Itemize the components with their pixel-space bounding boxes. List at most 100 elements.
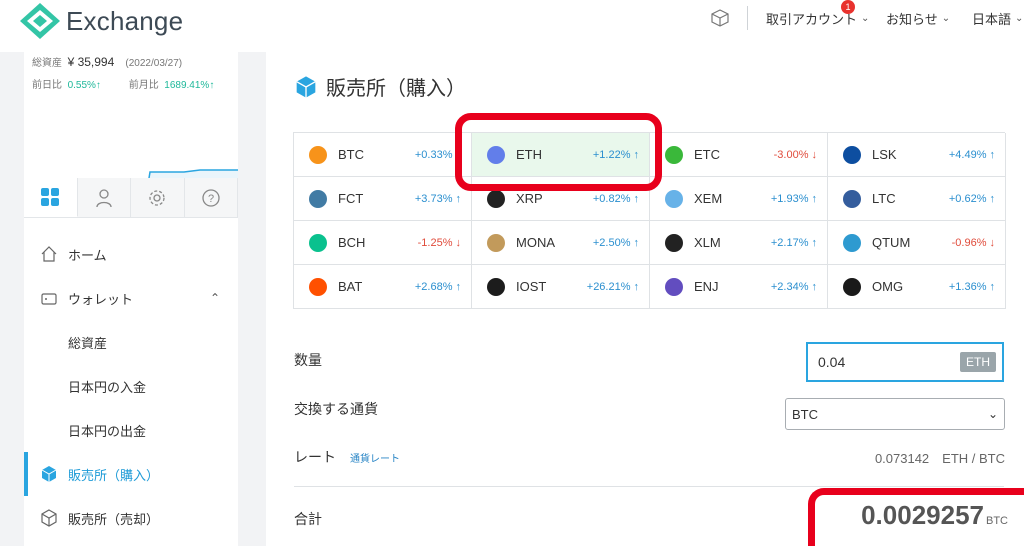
cube-icon[interactable] (710, 8, 730, 28)
sidebar-item-label: 販売所（購入） (68, 467, 160, 483)
sidebar-item-home[interactable]: ホーム (24, 232, 238, 276)
chevron-down-icon: ⌄ (941, 13, 951, 24)
chevron-up-icon[interactable]: ⌃ (210, 291, 220, 305)
coin-change: +2.34% ↑ (771, 281, 817, 293)
coin-symbol: MONA (516, 235, 555, 250)
page-title-text: 販売所（購入） (326, 78, 466, 100)
coin-cell-bch[interactable]: BCH -1.25% ↓ (294, 221, 472, 265)
chevron-down-icon: ⌄ (1015, 13, 1024, 24)
coin-cell-btc[interactable]: BTC +0.33% ↑ (294, 133, 472, 177)
sidebar-item-jpy-deposit[interactable]: 日本円の入金 (24, 364, 238, 408)
btc-icon (308, 145, 328, 165)
quantity-value[interactable]: 0.04 (818, 354, 845, 370)
currency-select[interactable]: BTC ⌄ (785, 398, 1005, 430)
eth-icon (486, 145, 506, 165)
sidebar-item-label: ウォレット (68, 291, 134, 307)
coin-change-value: -3.00% (773, 148, 809, 161)
sidebar-item-buy[interactable]: 販売所（購入） (24, 452, 238, 496)
coin-symbol: LTC (872, 191, 896, 206)
arrow-up-icon: ↑ (989, 280, 996, 293)
currency-label: 交換する通貨 (294, 401, 378, 417)
coin-cell-bat[interactable]: BAT +2.68% ↑ (294, 265, 472, 309)
arrow-up-icon: ↑ (811, 236, 818, 249)
mona-icon (486, 233, 506, 253)
xem-icon (664, 189, 684, 209)
coin-cell-xlm[interactable]: XLM +2.17% ↑ (650, 221, 828, 265)
wallet-icon (38, 287, 60, 309)
coin-cell-eth[interactable]: ETH +1.22% ↑ (472, 133, 650, 177)
coin-cell-xem[interactable]: XEM +1.93% ↑ (650, 177, 828, 221)
coin-cell-qtum[interactable]: QTUM -0.96% ↓ (828, 221, 1006, 265)
exchange-logo[interactable] (20, 3, 60, 39)
sidebar-item-total-assets[interactable]: 総資産 (24, 320, 238, 364)
user-icon (96, 188, 112, 207)
coin-change: +0.33% ↑ (415, 149, 461, 161)
total-amount: 0.0029257 BTC (861, 500, 1008, 531)
quantity-field[interactable]: 0.04 ETH (806, 342, 1004, 382)
account-menu[interactable]: 取引アカウント ⌄ (766, 9, 869, 28)
coin-cell-ltc[interactable]: LTC +0.62% ↑ (828, 177, 1006, 221)
quantity-unit: ETH (960, 352, 996, 372)
coin-change: +3.73% ↑ (415, 193, 461, 205)
coin-cell-iost[interactable]: IOST +26.21% ↑ (472, 265, 650, 309)
arrow-up-icon: ↑ (989, 148, 996, 161)
coin-symbol: BAT (338, 279, 363, 294)
tab-help[interactable]: ? (185, 178, 238, 217)
tab-dashboard[interactable] (24, 178, 78, 217)
coin-change: +0.62% ↑ (949, 193, 995, 205)
sidebar-item-wallet[interactable]: ウォレット ⌃ (24, 276, 238, 320)
tab-settings[interactable] (131, 178, 185, 217)
coin-change: -1.25% ↓ (418, 237, 461, 249)
fct-icon (308, 189, 328, 209)
arrow-up-icon: ↑ (455, 192, 462, 205)
dashboard-icon (41, 188, 60, 206)
sidebar-item-sell[interactable]: 販売所（売却） (24, 496, 238, 540)
top-header: Exchange 取引アカウント ⌄ 1 お知らせ ⌄ 日本語 ⌄ (0, 0, 1024, 52)
brand-name[interactable]: Exchange (66, 6, 183, 37)
arrow-up-icon: ↑ (455, 280, 462, 293)
total-unit: BTC (986, 515, 1008, 527)
xrp-icon (486, 189, 506, 209)
language-menu[interactable]: 日本語 ⌄ (972, 9, 1023, 28)
coin-symbol: BCH (338, 235, 366, 250)
coin-change-value: +1.93% (770, 192, 809, 205)
coin-cell-etc[interactable]: ETC -3.00% ↓ (650, 133, 828, 177)
arrow-up-icon: ↑ (633, 148, 640, 161)
xlm-icon (664, 233, 684, 253)
coin-cell-mona[interactable]: MONA +2.50% ↑ (472, 221, 650, 265)
coin-change-value: +2.68% (414, 280, 453, 293)
total-assets-date: (2022/03/27) (125, 58, 183, 69)
coin-cell-omg[interactable]: OMG +1.36% ↑ (828, 265, 1006, 309)
ltc-icon (842, 189, 862, 209)
divider (294, 486, 1004, 487)
coin-change: +4.49% ↑ (949, 149, 995, 161)
tab-user[interactable] (78, 178, 131, 217)
arrow-up-icon: ↑ (811, 192, 818, 205)
qtum-icon (842, 233, 862, 253)
coin-cell-fct[interactable]: FCT +3.73% ↑ (294, 177, 472, 221)
currency-rate-link[interactable]: 通貨レート (350, 450, 400, 465)
coin-change: +1.93% ↑ (771, 193, 817, 205)
sidebar-item-label: 日本円の出金 (68, 423, 147, 439)
change-line: 前日比 0.55%↑ 前月比 1689.41%↑ (32, 76, 214, 91)
sidebar-item-label: 日本円の入金 (68, 379, 147, 395)
coin-cell-enj[interactable]: ENJ +2.34% ↑ (650, 265, 828, 309)
total-assets-line: 総資産 ¥ 35,994 (2022/03/27) (32, 54, 182, 69)
coin-symbol: XEM (694, 191, 723, 206)
coin-change-value: -0.96% (951, 236, 987, 249)
coin-change: -0.96% ↓ (952, 237, 995, 249)
total-value: 0.0029257 (861, 500, 984, 530)
help-icon: ? (202, 188, 220, 207)
arrow-up-icon: ↑ (811, 280, 818, 293)
arrow-up-icon: ↑ (95, 80, 101, 91)
coin-cell-lsk[interactable]: LSK +4.49% ↑ (828, 133, 1006, 177)
coin-cell-xrp[interactable]: XRP +0.82% ↑ (472, 177, 650, 221)
cube-outline-icon (38, 507, 60, 529)
sidebar-tabs: ? (24, 178, 238, 218)
arrow-down-icon: ↓ (455, 236, 462, 249)
coin-symbol: QTUM (872, 235, 911, 250)
coin-change-value: +2.50% (592, 236, 631, 249)
etc-icon (664, 145, 684, 165)
sidebar-item-jpy-withdraw[interactable]: 日本円の出金 (24, 408, 238, 452)
news-menu[interactable]: お知らせ ⌄ (886, 9, 950, 28)
